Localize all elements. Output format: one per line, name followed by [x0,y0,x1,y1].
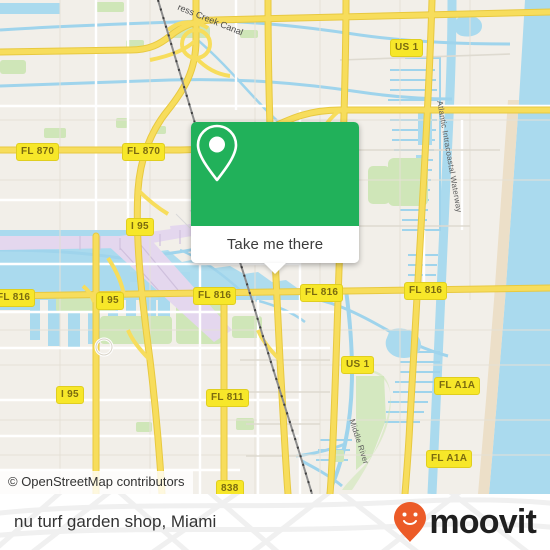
footer-bar: nu turf garden shop, Miami moovit [0,494,550,550]
road-shield: FL 816 [193,287,237,305]
road-shield: FL 870 [122,143,166,161]
map-canvas[interactable]: US 1 FL 870 FL 870 I 95 FL 816 I 95 FL 8… [0,0,550,494]
road-shield: I 95 [126,218,154,236]
place-title: nu turf garden shop, Miami [14,512,217,531]
map-pin-icon [196,124,238,182]
road-shield: FL 816 [300,284,344,302]
take-me-there-label: Take me there [226,236,324,253]
road-shield: FL 816 [404,282,448,300]
road-shield: 838 [216,480,244,494]
moovit-wordmark: moovit [429,503,536,541]
osm-attribution[interactable]: © OpenStreetMap contributors [0,471,193,494]
place-callout-card[interactable]: Take me there [191,122,359,274]
moovit-logo[interactable]: moovit [393,501,537,543]
road-shield: FL 816 [0,289,36,307]
road-shield: I 95 [56,386,84,404]
callout-icon-area [191,122,359,226]
moovit-place-card-screenshot: US 1 FL 870 FL 870 I 95 FL 816 I 95 FL 8… [0,0,550,550]
road-shield: I 95 [96,292,124,310]
moovit-pin-smiley-icon [394,502,427,542]
road-shield: FL 870 [16,143,60,161]
road-shield: FL A1A [426,450,473,468]
callout-tail [264,263,286,274]
road-shield: US 1 [341,356,375,374]
road-shield: FL 811 [206,389,249,407]
road-shield: US 1 [390,39,424,57]
take-me-there-button[interactable]: Take me there [191,226,359,263]
road-shield: FL A1A [434,377,481,395]
